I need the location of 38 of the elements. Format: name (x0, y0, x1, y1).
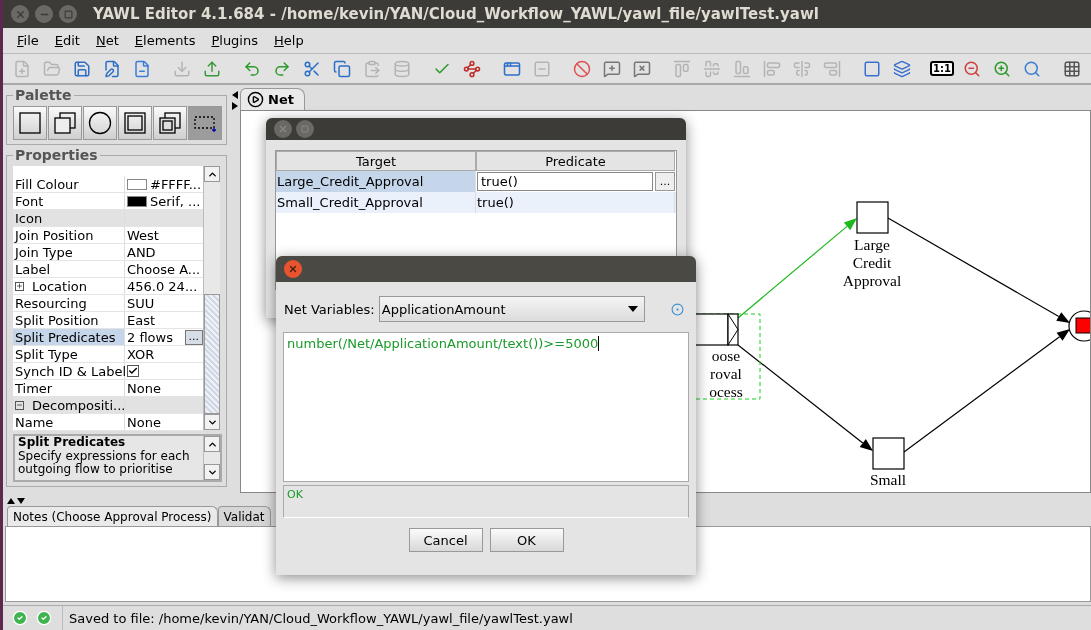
property-name: Label (15, 261, 51, 277)
palette-title: Palette (14, 87, 73, 103)
property-name: Fill Colour (15, 176, 79, 192)
property-name: Join Position (15, 227, 94, 243)
property-value: Choose A... (127, 261, 201, 277)
property-value: None (127, 414, 161, 430)
property-name: Font (15, 193, 44, 209)
property-value: None (127, 380, 161, 396)
task-label: Small (868, 471, 908, 489)
properties-title: Properties (14, 147, 99, 163)
help-title: Split Predicates (18, 436, 127, 450)
property-name: Timer (15, 380, 53, 396)
variables-label: Net Variables: (284, 301, 375, 317)
help-text: Specify expressions for each outgoing flow to prioritise (18, 449, 191, 477)
property-name: Resourcing (15, 295, 87, 311)
task-label: Large Credit Approval (841, 236, 903, 290)
property-value: West (127, 227, 159, 243)
property-value: 2 flows (127, 329, 173, 345)
property-value: Serif, ... (150, 193, 201, 209)
task-label: oose roval ocess (708, 347, 744, 401)
property-name: Join Type (15, 244, 73, 260)
status-text: Saved to file: /home/kevin/YAN/Cloud_Workflow_YAWL/yawl_file/yawlTest.yawl (68, 610, 573, 626)
property-value: East (127, 312, 156, 328)
property-name: Location (32, 278, 87, 294)
window-title: YAWL Editor 4.1.684 - /home/kevin/YAN/Cloud_Workflow_YAWL/yawl_file/yawlTest.yawl (93, 5, 819, 23)
property-name: Name (15, 414, 54, 430)
property-value: XOR (127, 346, 155, 362)
property-name: Split Predicates (15, 329, 116, 345)
property-name: Icon (15, 210, 43, 226)
property-name: Synch ID & Label (15, 363, 127, 379)
property-value: SUU (127, 295, 155, 311)
property-value: 456.0 24... (127, 278, 198, 294)
property-name: Split Type (15, 346, 78, 362)
property-value: AND (127, 244, 156, 260)
property-name: Decompositi... (32, 397, 126, 413)
property-value: #FFFF... (150, 176, 202, 192)
validation-message: OK (283, 485, 689, 518)
property-name: Split Position (15, 312, 99, 328)
